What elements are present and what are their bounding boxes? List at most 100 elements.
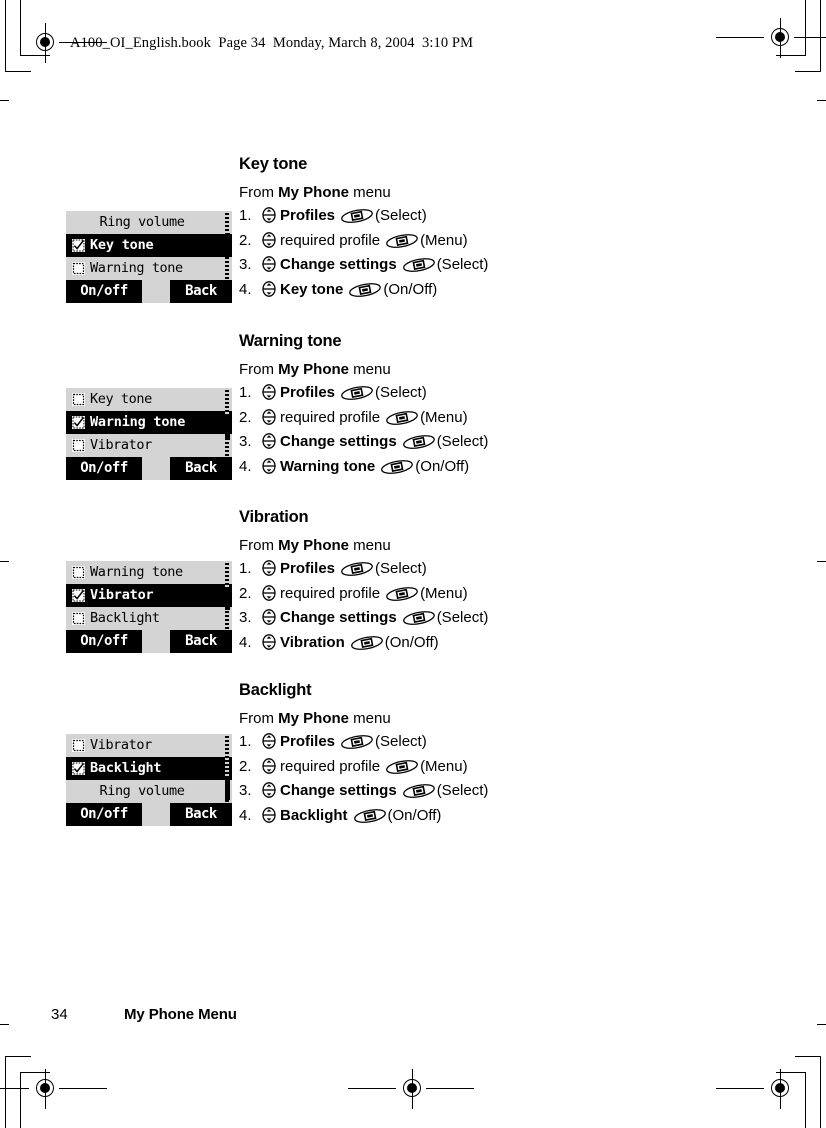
lcd-softkey-right[interactable]: Back — [170, 280, 232, 303]
lcd-list-row[interactable]: Backlight — [66, 757, 232, 780]
step-number: 4. — [239, 280, 252, 298]
soft-key-icon — [386, 233, 418, 248]
lcd-list-row[interactable]: Warning tone — [66, 411, 232, 434]
soft-key-icon — [402, 784, 435, 798]
step-target-label: required profile — [280, 584, 381, 602]
checkbox-unchecked-icon — [72, 612, 85, 625]
lcd-list-row[interactable]: Key tone — [66, 388, 232, 411]
step-target-label: Profiles — [280, 384, 336, 401]
lcd-scrollbar-thumb[interactable] — [225, 588, 230, 610]
section-heading: Vibration — [239, 508, 309, 526]
step-softkey-label: (Menu) — [420, 757, 468, 775]
step-item-2: 2. required profile (Menu) — [239, 582, 579, 607]
nav-scroll-key-icon — [262, 433, 276, 449]
step-softkey-label: (Menu) — [420, 584, 468, 602]
soft-key-icon — [341, 209, 373, 223]
step-target-label: required profile — [280, 231, 381, 249]
lcd-list-row[interactable]: Vibrator — [66, 584, 232, 607]
step-list: 1. Profiles (Select) 2. required profile (Men… — [239, 381, 579, 479]
checkbox-unchecked-icon — [72, 739, 85, 752]
step-target-label: Change settings — [280, 782, 397, 799]
step-target-label: Change settings — [280, 256, 397, 273]
soft-key-icon — [381, 459, 414, 474]
section-vibration: Vibration From My Phone menu 1. Profiles (Se… — [239, 508, 579, 655]
footer-chapter-title: My Phone Menu — [124, 1006, 237, 1023]
lcd-scrollbar-thumb[interactable] — [225, 233, 230, 257]
step-softkey-label: (Select) — [375, 207, 427, 224]
step-target-label: Profiles — [280, 207, 336, 224]
lcd-softkey-left[interactable]: On/off — [66, 630, 142, 653]
lcd-list-row[interactable]: Backlight — [66, 607, 232, 630]
intro-menu-name: My Phone — [278, 537, 350, 554]
soft-key-icon — [402, 611, 435, 625]
lcd-row-label: Backlight — [90, 610, 160, 626]
lcd-list-row[interactable]: Key tone — [66, 234, 232, 257]
step-softkey-label: (Menu) — [420, 231, 468, 249]
lcd-list-row[interactable]: Vibrator — [66, 734, 232, 757]
lcd-softkey-bar: On/off Back — [66, 457, 232, 480]
step-softkey-label: (On/Off) — [415, 457, 470, 475]
step-softkey-label: (On/Off) — [387, 806, 442, 824]
soft-key-icon — [402, 435, 435, 449]
nav-scroll-key-icon — [262, 757, 276, 774]
step-number: 2. — [239, 757, 252, 775]
checkbox-unchecked-icon — [72, 566, 85, 579]
step-target-label: required profile — [280, 408, 381, 426]
lcd-list-row[interactable]: Vibrator — [66, 434, 232, 457]
lcd-scrollbar-thumb[interactable] — [225, 414, 230, 440]
section-intro: From My Phone menu — [239, 361, 391, 378]
step-number: 4. — [239, 457, 252, 475]
step-softkey-label: (Menu) — [420, 408, 468, 426]
lcd-list-row[interactable]: Ring volume — [66, 211, 232, 234]
step-number: 2. — [239, 408, 252, 426]
lcd-list-row[interactable]: Warning tone — [66, 561, 232, 584]
lcd-softkey-left[interactable]: On/off — [66, 457, 142, 480]
nav-scroll-key-icon — [262, 408, 276, 425]
step-number: 1. — [239, 207, 252, 224]
nav-scroll-key-icon — [262, 207, 276, 223]
step-number: 3. — [239, 782, 252, 799]
checkbox-checked-icon — [72, 416, 85, 429]
step-number: 2. — [239, 231, 252, 249]
step-item-3: 3. Change settings (Select) — [239, 430, 579, 455]
lcd-softkey-right[interactable]: Back — [170, 630, 232, 653]
soft-key-icon — [341, 386, 373, 400]
step-number: 1. — [239, 733, 252, 750]
step-target-label: Backlight — [280, 806, 348, 824]
lcd-softkey-right[interactable]: Back — [170, 803, 232, 826]
lcd-softkey-left[interactable]: On/off — [66, 280, 142, 303]
soft-key-icon — [341, 735, 373, 749]
step-softkey-label: (Select) — [375, 560, 427, 577]
step-softkey-label: (Select) — [436, 609, 489, 626]
soft-key-icon — [386, 586, 418, 601]
section-key-tone: Key tone From My Phone menu 1. Profiles (Sel… — [239, 155, 579, 302]
lcd-row-label: Warning tone — [90, 564, 183, 580]
lcd-softkey-right[interactable]: Back — [170, 457, 232, 480]
soft-key-icon — [402, 258, 435, 272]
nav-scroll-key-icon — [262, 280, 276, 297]
phone-screen-warning-tone: Key tone Warning tone Vibrator On/off Back — [66, 388, 232, 480]
lcd-softkey-left[interactable]: On/off — [66, 803, 142, 826]
step-item-4: 4. Vibration (On/Off) — [239, 631, 579, 656]
step-softkey-label: (Select) — [436, 782, 489, 799]
lcd-row-label: Key tone — [90, 391, 152, 407]
step-target-label: Warning tone — [280, 457, 376, 475]
step-number: 4. — [239, 806, 252, 824]
section-backlight: Backlight From My Phone menu 1. Profiles (Se… — [239, 681, 579, 828]
step-item-3: 3. Change settings (Select) — [239, 779, 579, 804]
checkbox-checked-icon — [72, 239, 85, 252]
step-target-label: Profiles — [280, 560, 336, 577]
lcd-list-row[interactable]: Warning tone — [66, 257, 232, 280]
step-item-4: 4. Key tone (On/Off) — [239, 278, 579, 303]
checkbox-checked-icon — [72, 762, 85, 775]
phone-screen-vibration: Warning tone Vibrator Backlight On/off Back — [66, 561, 232, 653]
step-item-2: 2. required profile (Menu) — [239, 755, 579, 780]
nav-scroll-key-icon — [262, 384, 276, 400]
lcd-scrollbar-thumb[interactable] — [225, 778, 230, 800]
step-number: 1. — [239, 384, 252, 401]
step-item-4: 4. Warning tone (On/Off) — [239, 455, 579, 480]
lcd-softkey-bar: On/off Back — [66, 803, 232, 826]
checkbox-unchecked-icon — [72, 262, 85, 275]
nav-scroll-key-icon — [262, 633, 276, 650]
lcd-list-row[interactable]: Ring volume — [66, 780, 232, 803]
